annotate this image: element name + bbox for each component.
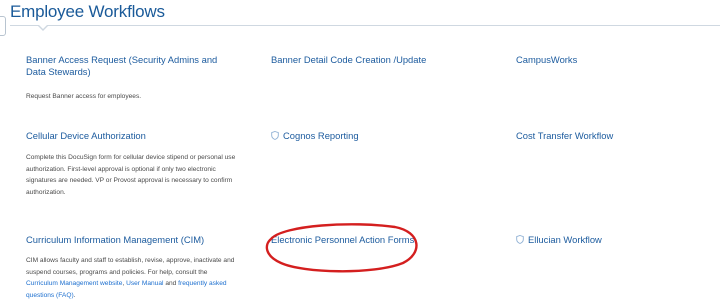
workflow-description: Complete this DocuSign form for cellular… — [26, 154, 236, 196]
workflow-description: CIM allows faculty and staff to establis… — [26, 255, 236, 301]
workflow-card-ellucian: Ellucian Workflow — [516, 234, 720, 247]
page-title: Employee Workflows — [10, 2, 165, 21]
workflow-card-campusworks: CampusWorks — [516, 54, 720, 66]
shield-icon — [516, 235, 524, 247]
workflow-link-label: Cognos Reporting — [283, 130, 359, 141]
workflow-card-cellular: Cellular Device Authorization Complete t… — [26, 130, 236, 198]
workflow-link-banner-detail[interactable]: Banner Detail Code Creation /Update — [271, 54, 481, 66]
workflow-description: Request Banner access for employees. — [26, 93, 142, 100]
separator-text: , — [122, 280, 125, 288]
workflow-card-epaf: Electronic Personnel Action Forms — [271, 234, 481, 246]
workflow-card-cim: Curriculum Information Management (CIM) … — [26, 234, 236, 301]
workflow-link-label: Ellucian Workflow — [528, 234, 602, 245]
workflow-card-cost-transfer: Cost Transfer Workflow — [516, 130, 720, 142]
section-header: Employee Workflows — [0, 0, 720, 31]
workflow-link-cognos[interactable]: Cognos Reporting — [271, 130, 481, 143]
cim-description-text: CIM allows faculty and staff to establis… — [26, 257, 235, 276]
workflow-link-ellucian[interactable]: Ellucian Workflow — [516, 234, 720, 247]
workflow-card-banner-detail: Banner Detail Code Creation /Update — [271, 54, 481, 66]
page: Employee Workflows Banner Access Request… — [0, 0, 720, 303]
header-divider — [10, 25, 720, 26]
workflow-link-banner-access[interactable]: Banner Access Request (Security Admins a… — [26, 54, 236, 78]
workflow-link-cellular[interactable]: Cellular Device Authorization — [26, 130, 236, 142]
workflow-card-banner-access: Banner Access Request (Security Admins a… — [26, 54, 236, 103]
workflow-link-campusworks[interactable]: CampusWorks — [516, 54, 720, 66]
user-manual-link[interactable]: User Manual — [126, 280, 163, 287]
highlight-oval — [265, 223, 418, 273]
separator-text: and — [165, 280, 177, 288]
workflow-card-cognos: Cognos Reporting — [271, 130, 481, 143]
workflow-link-cost-transfer[interactable]: Cost Transfer Workflow — [516, 130, 720, 142]
header-caret-icon — [37, 24, 49, 31]
separator-text: . — [73, 291, 76, 299]
workflow-link-cim[interactable]: Curriculum Information Management (CIM) — [26, 234, 236, 246]
curriculum-website-link[interactable]: Curriculum Management website — [26, 280, 122, 287]
shield-icon — [271, 131, 279, 143]
workflow-link-epaf[interactable]: Electronic Personnel Action Forms — [271, 234, 481, 246]
